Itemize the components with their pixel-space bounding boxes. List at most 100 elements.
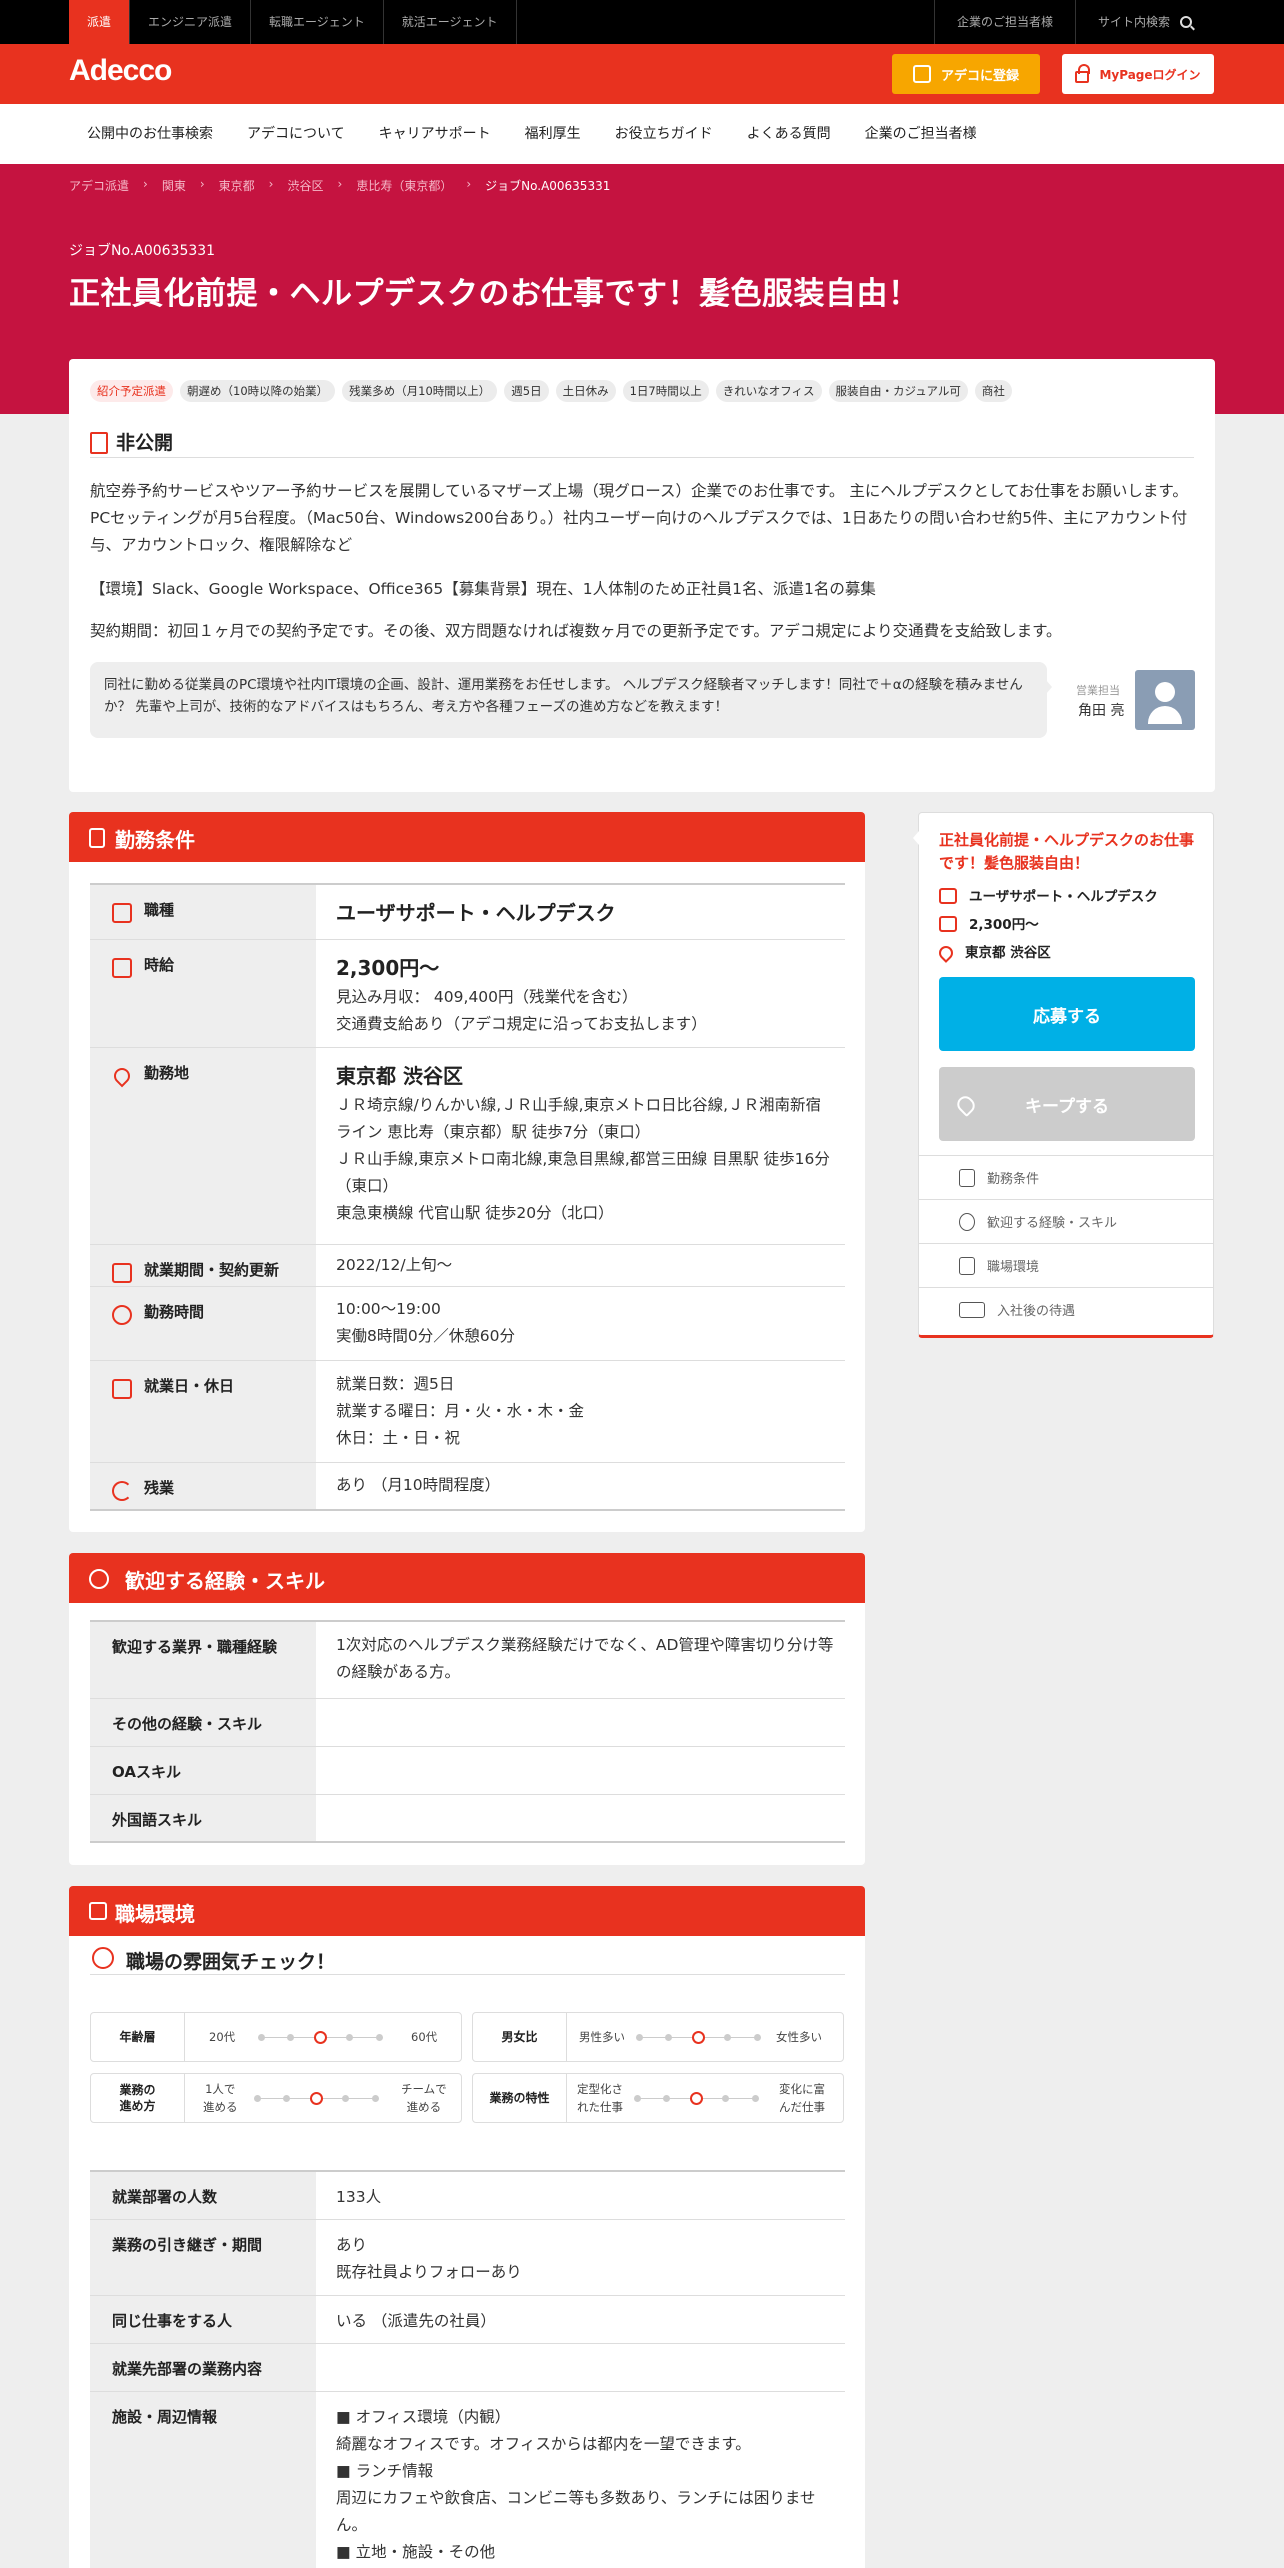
- env-row: 施設・周辺情報 ■ オフィス環境（内観） 綺麗なオフィスです。オフィスからは都内を…: [90, 2392, 845, 2568]
- condition-row: 残業 あり （月10時間程度）: [90, 1463, 845, 1511]
- monthly-income: 見込み月収： 409,400円（残業代を含む）: [336, 988, 638, 1006]
- sidebar-place-text: 東京都 渋谷区: [965, 945, 1051, 961]
- company-name: 非公開: [116, 432, 174, 454]
- gauge-dot: [253, 2095, 261, 2102]
- breadcrumb: アデコ派遣 › 関東 › 東京都 › 渋谷区 › 恵比寿（東京都） › ジョブNo.A00…: [69, 177, 611, 194]
- apply-button[interactable]: 応募する: [939, 977, 1195, 1051]
- gauge-marker: [691, 2031, 705, 2044]
- nav-about[interactable]: アデコについて: [230, 104, 362, 164]
- keep-label: キープする: [1025, 1096, 1109, 1117]
- location-pin-icon: [936, 943, 956, 963]
- nav-welfare[interactable]: 福利厚生: [508, 104, 598, 164]
- condition-row: 時給 2,300円～ 見込み月収： 409,400円（残業代を含む） 交通費支給あり…: [90, 940, 845, 1048]
- gauge-marker: [689, 2092, 703, 2105]
- gauge-label: 年齢層: [91, 2013, 185, 2061]
- sidebar-link-skills[interactable]: 歓迎する経験・スキル: [919, 1199, 1213, 1243]
- gauge-dot: [722, 2095, 729, 2102]
- gauge-dot: [663, 2095, 670, 2102]
- gauge-dot: [633, 2095, 641, 2102]
- chair-icon: [89, 1902, 107, 1920]
- heart-icon: [953, 1092, 979, 1118]
- breadcrumb-item[interactable]: 渋谷区: [287, 177, 323, 194]
- sticky-sidebar: 正社員化前提・ヘルプデスクのお仕事です！髪色服装自由！ ユーザサポート・ヘルプデ…: [913, 812, 1214, 1338]
- gauge-left: 1人で 進める: [203, 2082, 238, 2114]
- gauge-dot: [375, 2034, 383, 2041]
- wallet-icon: [939, 916, 957, 932]
- tab-tenshoku[interactable]: 転職エージェント: [251, 0, 384, 44]
- conditions-title: 勤務条件: [115, 828, 195, 852]
- sidebar-place: 東京都 渋谷区: [936, 941, 1051, 963]
- keep-button[interactable]: キープする: [939, 1067, 1195, 1141]
- breadcrumb-item[interactable]: 関東: [162, 177, 186, 194]
- env-value: ■ オフィス環境（内観）: [336, 2408, 511, 2426]
- env-row: 就業部署の人数 133人: [90, 2172, 845, 2220]
- nav-career[interactable]: キャリアサポート: [362, 104, 508, 164]
- gauge-marker: [313, 2031, 327, 2044]
- env-key: 施設・周辺情報: [90, 2392, 316, 2568]
- gauge-dot: [724, 2034, 731, 2041]
- skill-value: 1次対応のヘルプデスク業務経験だけでなく、AD管理や障害切り分け等の経験がある方…: [336, 1636, 834, 1681]
- site-search-label: サイト内検索: [1097, 15, 1170, 29]
- conditions-header: 勤務条件: [69, 812, 865, 862]
- nav-guide[interactable]: お役立ちガイド: [598, 104, 730, 164]
- env-key: 同じ仕事をする人: [90, 2296, 316, 2343]
- skill-row: その他の経験・スキル: [90, 1699, 845, 1747]
- environment-text: 【環境】Slack、Google Workspace、Office365【募集背…: [90, 580, 876, 598]
- sidebar-title: 正社員化前提・ヘルプデスクのお仕事です！髪色服装自由！: [939, 831, 1195, 872]
- lock-icon: [1075, 64, 1091, 83]
- gauge-dot: [635, 2034, 643, 2041]
- tag-list: 紹介予定派遣 朝遅め（10時以降の始業） 残業多め（月10時間以上） 週5日 土…: [90, 380, 1012, 402]
- job-number: ジョブNo.A00635331: [69, 243, 216, 259]
- sidebar-link-benefits[interactable]: 入社後の待遇: [919, 1287, 1213, 1331]
- register-label: アデコに登録: [940, 68, 1019, 84]
- skill-key: 外国語スキル: [90, 1795, 316, 1841]
- sidebar-link-label: 歓迎する経験・スキル: [987, 1216, 1118, 1231]
- staff-message: 同社に勤める従業員のPC環境や社内IT環境の企画、設計、運用業務をお任せします。…: [90, 662, 1052, 738]
- tab-engineer[interactable]: エンジニア派遣: [130, 0, 252, 44]
- hours-detail: 実働8時間0分／休憩60分: [336, 1327, 515, 1345]
- gauge-dot: [346, 2034, 353, 2041]
- briefcase-icon: [939, 888, 957, 904]
- tab-shukatsu[interactable]: 就活エージェント: [384, 0, 517, 44]
- adecco-logo[interactable]: Adecco: [69, 54, 172, 88]
- nav-corporate[interactable]: 企業のご担当者様: [848, 104, 994, 164]
- register-button[interactable]: アデコに登録: [892, 54, 1040, 94]
- gauge-left: 定型化さ れた仕事: [577, 2082, 623, 2114]
- staff-avatar: [1135, 670, 1195, 730]
- sidebar-link-environment[interactable]: 職場環境: [919, 1243, 1213, 1287]
- breadcrumb-item[interactable]: 恵比寿（東京都）: [356, 177, 452, 194]
- page-title: 正社員化前提・ヘルプデスクのお仕事です！髪色服装自由！: [69, 276, 920, 312]
- gauge-track: [257, 2031, 383, 2044]
- env-row: 就業先部署の業務内容: [90, 2344, 845, 2392]
- top-bar: 派遣 エンジニア派遣 転職エージェント 就活エージェント 企業のご担当者様 サイ…: [0, 0, 1284, 44]
- nav-faq[interactable]: よくある質問: [730, 104, 848, 164]
- env-value: ■ 立地・施設・その他: [336, 2543, 496, 2561]
- gauge-dot: [287, 2034, 294, 2041]
- tag: 服装自由・カジュアル可: [828, 380, 968, 402]
- access-line: 東急東横線 代官山駅 徒歩20分（北口）: [336, 1204, 614, 1222]
- breadcrumb-item[interactable]: 東京都: [219, 177, 255, 194]
- period-value: 2022/12/上旬～: [336, 1256, 453, 1274]
- staff-name: 角田 亮: [1078, 703, 1125, 719]
- gauge-dot: [751, 2095, 759, 2102]
- access-line: ＪＲ山手線,東京メトロ南北線,東急目黒線,都営三田線 目黒駅 徒歩16分（東口）: [336, 1150, 830, 1195]
- gauge-right: チームで 進める: [401, 2082, 447, 2114]
- company-heading: 非公開: [90, 424, 1194, 458]
- condition-row: 就業日・休日 就業日数：週5日 就業する曜日：月・火・水・木・金 休日：土・日・祝: [90, 1361, 845, 1463]
- mypage-login-button[interactable]: MyPageログイン: [1062, 54, 1214, 94]
- tab-haken[interactable]: 派遣: [69, 0, 131, 44]
- clock-icon: [112, 1305, 132, 1325]
- breadcrumb-item[interactable]: アデコ派遣: [69, 177, 129, 194]
- atom-icon: [959, 1212, 975, 1231]
- corporate-link[interactable]: 企業のご担当者様: [933, 0, 1075, 44]
- moon-icon: [112, 1481, 132, 1501]
- gauge-dot: [257, 2034, 265, 2041]
- sidebar-link-conditions[interactable]: 勤務条件: [919, 1155, 1213, 1199]
- tag: 週5日: [504, 380, 549, 402]
- atmosphere-title: 職場の雰囲気チェック！: [126, 1951, 336, 1973]
- site-search-link[interactable]: サイト内検索: [1074, 0, 1214, 44]
- tag: 残業多め（月10時間以上）: [342, 380, 498, 402]
- skill-row: 外国語スキル: [90, 1795, 845, 1843]
- nav-job-search[interactable]: 公開中のお仕事検索: [70, 104, 230, 164]
- tag: 紹介予定派遣: [90, 380, 173, 402]
